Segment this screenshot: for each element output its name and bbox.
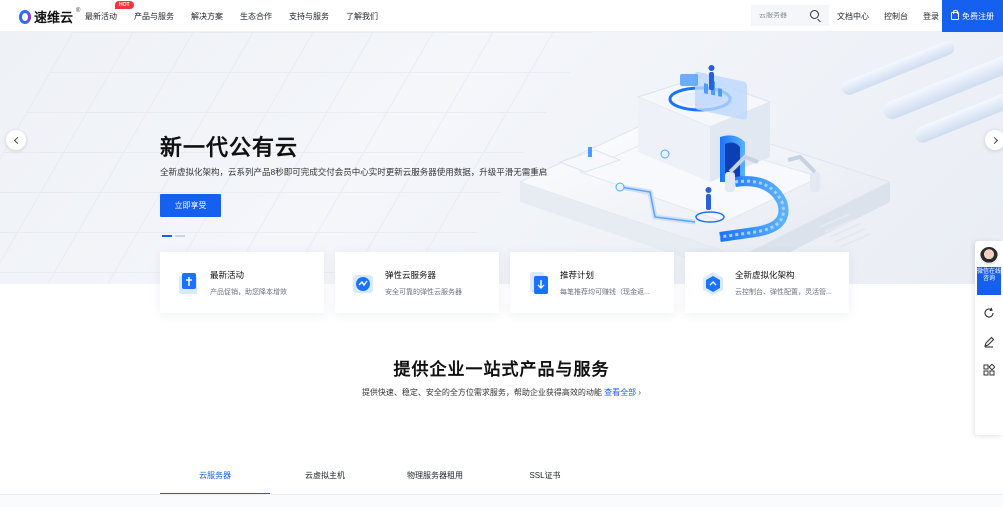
view-all-link[interactable]: 查看全部 › (604, 388, 641, 397)
card-text: 弹性云服务器 安全可靠的弹性云服务器 (385, 269, 462, 297)
hero-subtitle: 全新虚拟化架构，云系列产品8秒即可完成交付会员中心实时更新云服务器使用数据，升级… (160, 167, 548, 177)
nav-item-support[interactable]: 支持与服务 (289, 11, 329, 22)
floating-service-bar: 微信在线咨询 (975, 241, 1003, 435)
section-subtitle: 提供快速、稳定、安全的全方位需求服务，帮助企业获得高效的动能 查看全部 › (0, 387, 1003, 398)
carousel-dot[interactable] (175, 235, 185, 237)
site-logo[interactable]: 速维云 ® (19, 7, 80, 26)
logo-icon (19, 9, 31, 24)
hero-cta-button[interactable]: 立即享受 (160, 194, 221, 217)
document-download-icon (530, 271, 548, 294)
avatar[interactable] (980, 247, 998, 265)
nav-item-about[interactable]: 了解我们 (346, 11, 378, 22)
chevron-left-icon (13, 136, 21, 144)
tab-cloud-server[interactable]: 云服务器 (160, 462, 270, 495)
logo-text: 速维云 (34, 10, 74, 25)
hot-badge: HOT (115, 0, 134, 9)
shopping-bag-icon (951, 10, 959, 20)
hero-illustration (520, 41, 1003, 277)
chevron-right-icon (990, 136, 998, 144)
card-title: 弹性云服务器 (385, 269, 437, 280)
tab-virtual-host[interactable]: 云虚拟主机 (270, 462, 380, 495)
carousel-prev-button[interactable] (6, 130, 26, 150)
register-button[interactable]: 免费注册 (942, 0, 1003, 32)
product-tabs: 云服务器 云虚拟主机 物理服务器租用 SSL证书 (160, 462, 850, 495)
search-icon[interactable] (810, 10, 819, 19)
card-text: 推荐计划 每笔推荐均可赚钱（现金返... (560, 269, 650, 297)
virtualization-icon (703, 271, 723, 295)
refresh-icon[interactable] (983, 307, 995, 319)
login-link[interactable]: 登录 (923, 11, 939, 22)
card-title: 推荐计划 (560, 269, 595, 280)
gift-box-icon (179, 272, 197, 294)
hero-title: 新一代公有云 (160, 135, 299, 160)
nav-item-ecosystem[interactable]: 生态合作 (240, 11, 272, 22)
card-description: 安全可靠的弹性云服务器 (385, 288, 462, 296)
grid-apps-icon[interactable] (983, 364, 995, 376)
top-header: 速维云 ® 最新活动 HOT 产品与服务 解决方案 生态合作 支持与服务 了解我… (0, 0, 1003, 32)
nav-item-solutions[interactable]: 解决方案 (191, 11, 223, 22)
nav-item-label: 最新活动 (85, 11, 117, 21)
feature-card-referral[interactable]: 推荐计划 每笔推荐均可赚钱（现金返... (510, 252, 674, 313)
card-description: 产品促销，助您降本增效 (210, 288, 287, 296)
content-area-start (0, 495, 1003, 507)
carousel-next-button[interactable] (985, 130, 1003, 150)
card-description: 每笔推荐均可赚钱（现金返... (560, 288, 650, 296)
nav-item-products[interactable]: 产品与服务 (134, 11, 174, 22)
search-box (751, 5, 829, 26)
tab-physical-server[interactable]: 物理服务器租用 (380, 462, 490, 495)
cloud-server-icon (353, 274, 373, 293)
feature-cards: 最新活动 产品促销，助您降本增效 弹性云服务器 安全可靠的弹性云服务器 推荐计划… (160, 252, 850, 313)
register-label: 免费注册 (962, 11, 994, 21)
search-input[interactable] (759, 12, 809, 19)
tab-ssl-certificate[interactable]: SSL证书 (490, 462, 600, 495)
main-nav: 最新活动 HOT 产品与服务 解决方案 生态合作 支持与服务 了解我们 (85, 0, 395, 32)
online-consult-button[interactable]: 微信在线咨询 (977, 267, 1001, 295)
console-link[interactable]: 控制台 (884, 11, 908, 22)
edit-icon[interactable] (983, 336, 995, 348)
registered-mark: ® (76, 7, 81, 14)
card-title: 最新活动 (210, 269, 245, 280)
card-text: 最新活动 产品促销，助您降本增效 (210, 269, 287, 297)
nav-item-activities[interactable]: 最新活动 HOT (85, 0, 134, 22)
feature-card-cloud-server[interactable]: 弹性云服务器 安全可靠的弹性云服务器 (335, 252, 499, 313)
docs-link[interactable]: 文档中心 (837, 11, 869, 22)
hero-banner: 新一代公有云 全新虚拟化架构，云系列产品8秒即可完成交付会员中心实时更新云服务器… (0, 32, 1003, 284)
feature-card-activities[interactable]: 最新活动 产品促销，助您降本增效 (160, 252, 324, 313)
card-text: 全新虚拟化架构 云控制台、弹性配置，灵活管... (735, 269, 832, 297)
feature-card-virtualization[interactable]: 全新虚拟化架构 云控制台、弹性配置，灵活管... (685, 252, 849, 313)
card-title: 全新虚拟化架构 (735, 269, 795, 280)
card-description: 云控制台、弹性配置，灵活管... (735, 288, 832, 296)
carousel-dots (162, 235, 185, 237)
section-title: 提供企业一站式产品与服务 (393, 360, 610, 379)
section-subtitle-text: 提供快速、稳定、安全的全方位需求服务，帮助企业获得高效的动能 (361, 388, 602, 397)
carousel-dot[interactable] (162, 235, 172, 237)
